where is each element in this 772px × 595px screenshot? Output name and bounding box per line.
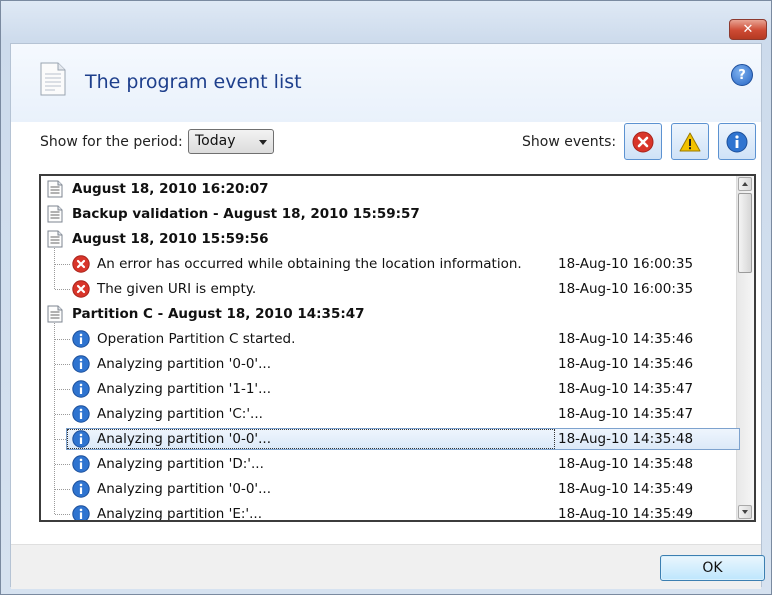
error-icon xyxy=(72,280,90,302)
event-text: Analyzing partition '0-0'... xyxy=(97,356,271,372)
document-icon xyxy=(47,205,63,227)
close-icon: ✕ xyxy=(742,22,754,37)
event-text: Analyzing partition '0-0'... xyxy=(97,481,271,497)
filter-info-button[interactable] xyxy=(718,123,756,160)
event-text: August 18, 2010 15:59:56 xyxy=(72,231,269,247)
document-icon xyxy=(47,305,63,327)
period-value: Today xyxy=(195,133,236,149)
event-time: 18-Aug-10 14:35:49 xyxy=(558,481,694,497)
tree-line xyxy=(54,248,55,289)
event-list[interactable]: August 18, 2010 16:20:07 Backup validatio… xyxy=(39,174,756,522)
period-label: Show for the period: xyxy=(40,134,183,150)
info-icon xyxy=(72,430,90,452)
chevron-down-icon xyxy=(742,510,748,514)
event-time: 18-Aug-10 14:35:48 xyxy=(558,456,694,472)
warning-icon xyxy=(679,132,701,151)
event-group-row[interactable]: August 18, 2010 15:59:56 xyxy=(41,227,741,252)
event-group-row[interactable]: August 18, 2010 16:20:07 xyxy=(41,177,741,202)
ok-button[interactable]: OK xyxy=(660,555,765,581)
close-button[interactable]: ✕ xyxy=(729,19,767,40)
event-group-row[interactable]: Backup validation - August 18, 2010 15:5… xyxy=(41,202,741,227)
event-text: Backup validation - August 18, 2010 15:5… xyxy=(72,206,420,222)
show-events-label: Show events: xyxy=(522,134,617,150)
dialog-footer: OK xyxy=(11,544,765,589)
event-text: The given URI is empty. xyxy=(97,281,257,297)
event-time: 18-Aug-10 14:35:46 xyxy=(558,356,694,372)
event-group-row[interactable]: Partition C - August 18, 2010 14:35:47 xyxy=(41,302,741,327)
info-icon xyxy=(726,131,748,152)
document-icon xyxy=(40,62,66,96)
event-time: 18-Aug-10 14:35:46 xyxy=(558,331,694,347)
event-row[interactable]: The given URI is empty. 18-Aug-10 16:00:3… xyxy=(41,277,741,302)
event-text: An error has occurred while obtaining th… xyxy=(97,256,522,272)
info-icon xyxy=(72,380,90,402)
event-list-dialog: ✕ The program event list ? Show for the … xyxy=(0,0,772,595)
event-row[interactable]: Analyzing partition 'D:'... 18-Aug-10 14:… xyxy=(41,452,741,477)
event-row[interactable]: Analyzing partition 'E:'... 18-Aug-10 14:… xyxy=(41,502,741,522)
event-text: Partition C - August 18, 2010 14:35:47 xyxy=(72,306,365,322)
document-icon xyxy=(47,180,63,202)
event-time: 18-Aug-10 14:35:47 xyxy=(558,381,694,397)
event-time: 18-Aug-10 14:35:48 xyxy=(558,431,694,447)
info-icon xyxy=(72,505,90,520)
title-bar[interactable]: ✕ xyxy=(1,1,771,43)
event-row[interactable]: Analyzing partition '1-1'... 18-Aug-10 14… xyxy=(41,377,741,402)
event-text: Operation Partition C started. xyxy=(97,331,296,347)
filter-errors-button[interactable] xyxy=(624,123,662,160)
filter-warnings-button[interactable] xyxy=(671,123,709,160)
error-icon xyxy=(632,131,654,152)
dialog-body: The program event list ? Show for the pe… xyxy=(10,43,765,589)
document-icon xyxy=(47,230,63,252)
event-time: 18-Aug-10 14:35:47 xyxy=(558,406,694,422)
event-row[interactable]: Analyzing partition '0-0'... 18-Aug-10 14… xyxy=(41,352,741,377)
event-text: Analyzing partition 'C:'... xyxy=(97,406,263,422)
info-icon xyxy=(72,480,90,502)
chevron-up-icon xyxy=(742,182,748,186)
event-row[interactable]: Operation Partition C started. 18-Aug-10 … xyxy=(41,327,741,352)
event-time: 18-Aug-10 14:35:49 xyxy=(558,506,694,522)
error-icon xyxy=(72,255,90,277)
event-row[interactable]: An error has occurred while obtaining th… xyxy=(41,252,741,277)
event-time: 18-Aug-10 16:00:35 xyxy=(558,256,694,272)
info-icon xyxy=(72,405,90,427)
dialog-header: The program event list ? xyxy=(11,44,761,122)
tree-line xyxy=(54,323,55,514)
event-text: August 18, 2010 16:20:07 xyxy=(72,181,269,197)
event-time: 18-Aug-10 16:00:35 xyxy=(558,281,694,297)
period-dropdown[interactable]: Today xyxy=(188,129,274,154)
event-text: Analyzing partition 'E:'... xyxy=(97,506,263,522)
help-icon[interactable]: ? xyxy=(731,64,753,86)
event-row[interactable]: Analyzing partition 'C:'... 18-Aug-10 14:… xyxy=(41,402,741,427)
info-icon xyxy=(72,455,90,477)
event-text: Analyzing partition 'D:'... xyxy=(97,456,264,472)
event-text: Analyzing partition '0-0'... xyxy=(97,431,271,447)
info-icon xyxy=(72,330,90,352)
info-icon xyxy=(72,355,90,377)
event-row[interactable]: Analyzing partition '0-0'... 18-Aug-10 14… xyxy=(41,427,741,452)
page-title: The program event list xyxy=(85,71,302,93)
chevron-down-icon xyxy=(259,140,267,145)
event-row[interactable]: Analyzing partition '0-0'... 18-Aug-10 14… xyxy=(41,477,741,502)
event-text: Analyzing partition '1-1'... xyxy=(97,381,271,397)
